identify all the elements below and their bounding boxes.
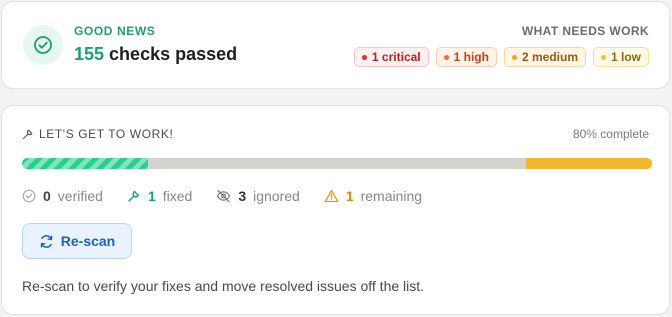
refresh-icon xyxy=(40,234,53,248)
critical-dot-icon xyxy=(361,54,367,60)
low-badge-label: 1 low xyxy=(610,50,641,64)
percent-complete: 80% complete xyxy=(572,127,649,141)
eye-off-icon xyxy=(217,189,231,203)
fixed-count: 1 xyxy=(147,188,156,204)
medium-badge-label: 2 medium xyxy=(521,50,578,64)
warning-icon xyxy=(324,189,339,203)
severity-badges: 1 critical 1 high 2 medium 1 low xyxy=(353,47,649,67)
work-title: LET'S GET TO WORK! xyxy=(39,127,174,141)
what-needs-work-label: WHAT NEEDS WORK xyxy=(521,24,649,38)
verified-stat: 0 verified xyxy=(22,188,103,204)
remaining-count: 1 xyxy=(345,188,354,204)
work-header: LET'S GET TO WORK! xyxy=(22,127,173,141)
summary-card: GOOD NEWS 155 checks passed WHAT NEEDS W… xyxy=(1,1,670,89)
good-news-label: GOOD NEWS xyxy=(74,24,156,38)
verified-count: 0 xyxy=(43,188,51,204)
high-badge[interactable]: 1 high xyxy=(435,47,497,67)
medium-dot-icon xyxy=(511,54,517,60)
checks-passed-text: checks passed xyxy=(104,44,238,64)
status-counts: 0 verified 1 fixed 3 ignored 1 remaining xyxy=(22,188,422,204)
progress-bar xyxy=(22,158,652,169)
rescan-button[interactable]: Re-scan xyxy=(22,223,132,259)
rescan-button-label: Re-scan xyxy=(60,233,116,249)
rescan-hint: Re-scan to verify your fixes and move re… xyxy=(22,278,425,294)
wrench-icon xyxy=(22,129,33,140)
progress-remaining-segment xyxy=(526,158,652,169)
fixed-stat: 1 fixed xyxy=(127,188,192,204)
low-dot-icon xyxy=(600,54,606,60)
work-card: LET'S GET TO WORK! 80% complete 0 verifi… xyxy=(1,105,670,315)
high-badge-label: 1 high xyxy=(453,50,489,64)
verified-label: verified xyxy=(57,188,103,204)
high-dot-icon xyxy=(443,54,449,60)
critical-badge-label: 1 critical xyxy=(371,50,421,64)
check-circle-icon xyxy=(23,25,63,65)
ignored-stat: 3 ignored xyxy=(216,188,300,204)
critical-badge[interactable]: 1 critical xyxy=(353,47,429,67)
remaining-stat: 1 remaining xyxy=(324,188,422,204)
checks-passed-title: 155 checks passed xyxy=(74,44,237,65)
low-badge[interactable]: 1 low xyxy=(592,47,649,67)
verified-check-icon xyxy=(22,189,36,203)
progress-fixed-segment xyxy=(22,158,148,169)
medium-badge[interactable]: 2 medium xyxy=(503,47,586,67)
ignored-count: 3 xyxy=(238,188,247,204)
checks-passed-count: 155 xyxy=(74,44,105,64)
fixed-label: fixed xyxy=(162,188,193,204)
ignored-label: ignored xyxy=(253,188,300,204)
wrench-icon xyxy=(128,190,140,202)
remaining-label: remaining xyxy=(360,188,423,204)
